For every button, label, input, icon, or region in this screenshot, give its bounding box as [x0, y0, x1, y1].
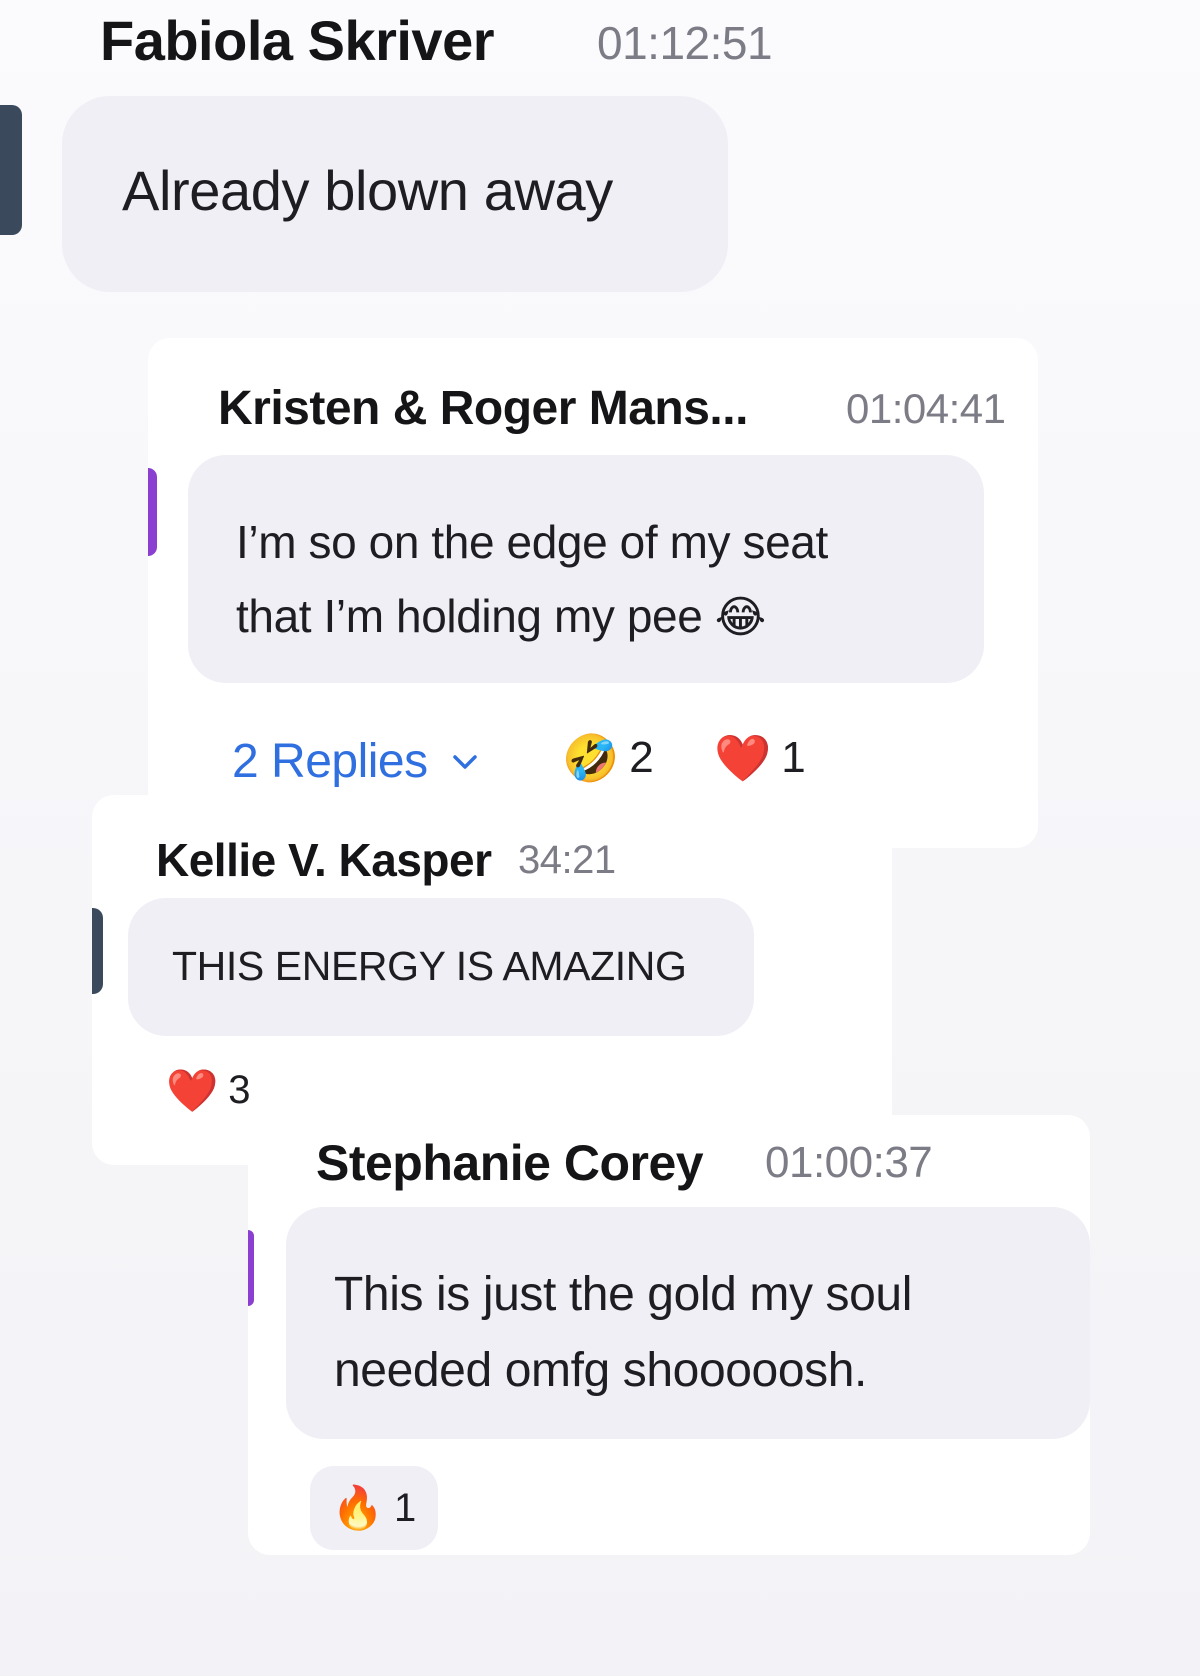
fire-emoji: 🔥	[331, 1484, 385, 1531]
view-replies-button[interactable]: 2 Replies	[232, 734, 480, 789]
reaction-heart[interactable]: ❤️ 3	[166, 1068, 251, 1113]
heart-emoji: ❤️	[714, 732, 772, 784]
author-name[interactable]: Kellie V. Kasper	[156, 833, 492, 887]
message-text: Already blown away	[122, 159, 613, 222]
reaction-count: 3	[228, 1068, 251, 1112]
message-bubble: I’m so on the edge of my seat that I’m h…	[188, 455, 984, 683]
message-bubble: Already blown away	[62, 96, 728, 292]
message-text-line: This is just the gold my soul	[334, 1268, 912, 1321]
author-name[interactable]: Fabiola Skriver	[100, 8, 495, 73]
reaction-count: 1	[781, 733, 806, 782]
comment-timestamp: 01:04:41	[846, 385, 1006, 432]
reaction-fire[interactable]: 🔥 1	[310, 1466, 438, 1550]
message-text-line: that I’m holding my pee 😂	[236, 590, 766, 642]
author-name[interactable]: Stephanie Corey	[316, 1134, 704, 1192]
avatar-edge	[148, 468, 157, 556]
reaction-count: 1	[394, 1485, 417, 1530]
reaction-count: 2	[629, 733, 654, 782]
tears-of-joy-emoji: 😂	[714, 593, 766, 642]
avatar-edge	[0, 105, 22, 235]
avatar-edge	[248, 1230, 254, 1306]
message-bubble: THIS ENERGY IS AMAZING	[128, 898, 754, 1036]
avatar-edge	[92, 908, 103, 994]
message-bubble: This is just the gold my soul needed omf…	[286, 1207, 1090, 1439]
heart-emoji: ❤️	[166, 1066, 219, 1114]
replies-label: 2 Replies	[232, 735, 428, 788]
reaction-laughing[interactable]: 🤣 2	[562, 733, 654, 783]
comment-timestamp: 34:21	[518, 838, 616, 882]
message-text-line: needed omfg shooooosh.	[334, 1344, 867, 1397]
rolling-laughing-emoji: 🤣	[562, 732, 620, 784]
comment-timestamp: 01:00:37	[765, 1138, 933, 1187]
comment-timestamp: 01:12:51	[597, 17, 773, 69]
message-text-line: I’m so on the edge of my seat	[236, 516, 828, 568]
author-name[interactable]: Kristen & Roger Mans...	[218, 381, 748, 436]
chevron-down-icon	[452, 754, 477, 769]
reaction-heart[interactable]: ❤️ 1	[714, 733, 806, 783]
message-text: THIS ENERGY IS AMAZING	[172, 943, 687, 989]
